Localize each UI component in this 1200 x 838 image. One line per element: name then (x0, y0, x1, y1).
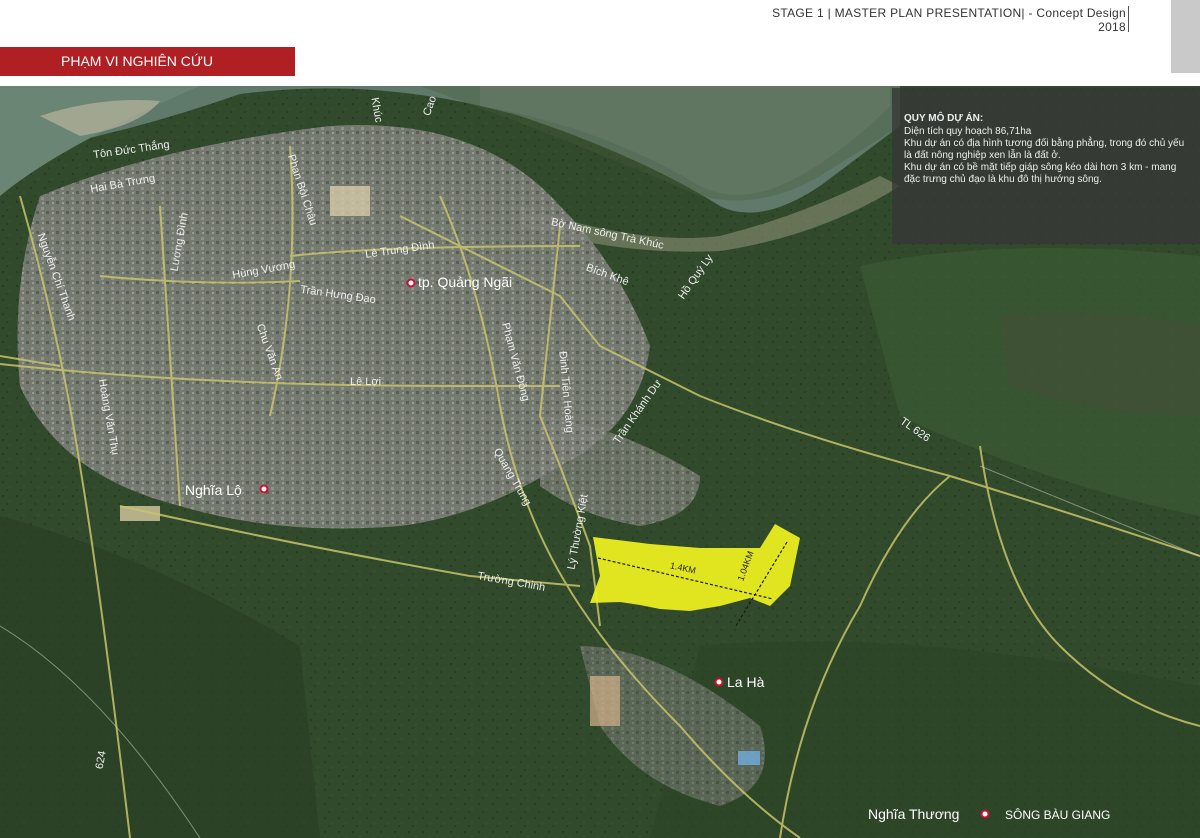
street-nguyen-chi-thanh: Nguyễn Chí Thanh (34, 231, 78, 323)
presentation-title: STAGE 1 | MASTER PLAN PRESENTATION| - Co… (772, 6, 1126, 34)
street-phan-van-dong: Phạm Văn Đồng (499, 321, 532, 403)
info-line-river: Khu dự án có bề mặt tiếp giáp sông kéo d… (904, 162, 1177, 185)
label-site-width: 1.04KM (735, 549, 756, 583)
info-title: QUY MÔ DỰ ÁN: (904, 113, 984, 124)
street-cao: Cao (421, 94, 440, 118)
info-line-area: Diện tích quy hoạch 86,71ha (904, 126, 1032, 137)
street-ton-duc-thang: Tôn Đức Thắng (92, 138, 171, 162)
street-tran-khanh-du: Trần Khánh Dư (611, 377, 665, 447)
street-le-loi: Lê Lợi (350, 376, 382, 388)
page-tab (1171, 0, 1200, 73)
label-song-bau-giang: SÔNG BÀU GIANG (1005, 808, 1111, 822)
label-site-length: 1.4KM (669, 560, 697, 576)
label-nghia-thuong: Nghĩa Thương (868, 806, 960, 822)
street-bich-khe: Bích Khê (584, 261, 631, 289)
street-luong-dinh: Lương Đình (168, 211, 191, 273)
header-divider (1128, 6, 1129, 32)
title-line-2: 2018 (1098, 20, 1126, 34)
street-le-trung-dinh: Lê Trung Đình (364, 239, 436, 261)
title-line-1: STAGE 1 | MASTER PLAN PRESENTATION| - Co… (772, 6, 1126, 20)
project-info-panel: QUY MÔ DỰ ÁN: Diện tích quy hoạch 86,71h… (892, 88, 1200, 244)
street-quang-trung: Quang Trung (490, 446, 534, 508)
street-tran-hung-dao: Trần Hưng Đạo (299, 283, 377, 307)
street-truong-chinh: Trường Chinh (476, 570, 547, 594)
section-title: PHẠM VI NGHIÊN CỨU (0, 47, 295, 76)
street-ho-quy-ly: Hồ Quý Ly (676, 252, 716, 302)
label-la-ha: La Hà (727, 674, 765, 690)
street-hoang-van-thu: Hoàng Văn Thụ (95, 378, 122, 456)
street-bo-nam: Bờ Nam sông Trà Khúc (550, 216, 665, 252)
street-phan-boi-chau: Phan Bội Châu (284, 152, 320, 228)
road-624: 624 (93, 749, 109, 771)
label-quang-ngai: tp. Quảng Ngãi (418, 274, 513, 290)
label-nghia-lo: Nghĩa Lộ (185, 482, 242, 498)
street-chu-van-an: Chu Văn An (253, 322, 286, 382)
road-tl626: TL 626 (897, 415, 933, 445)
street-hung-vuong: Hùng Vương (231, 258, 297, 282)
street-hai-ba-trung: Hai Bà Trưng (89, 172, 156, 196)
street-dinh-tien-hoang: Đinh Tiên Hoàng (556, 350, 576, 434)
street-ly-thuong-kiet: Lý Thường Kiệt (565, 493, 591, 571)
street-khuc: Khúc (368, 96, 385, 124)
info-line-terrain: Khu dự án có địa hình tương đối bằng phẳ… (904, 138, 1185, 161)
